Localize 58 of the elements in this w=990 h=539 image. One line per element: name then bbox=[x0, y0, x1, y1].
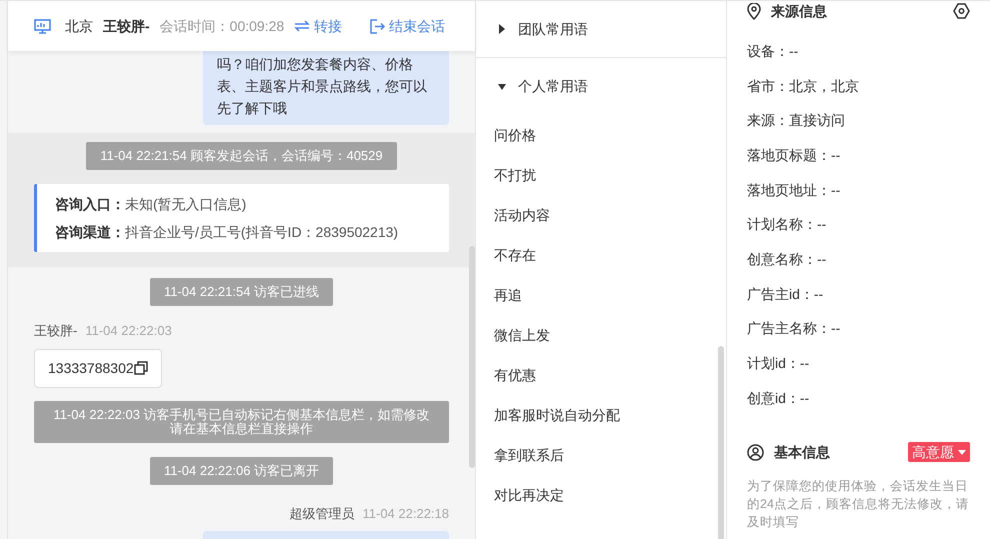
phrase-item[interactable]: 不存在 bbox=[476, 235, 726, 275]
info-value: 抖音企业号/员工号(抖音号ID：2839502213) bbox=[125, 223, 398, 242]
source-field: 广告主名称：-- bbox=[747, 312, 970, 346]
scrollbar[interactable] bbox=[469, 246, 475, 468]
intent-dropdown[interactable]: 高意愿 bbox=[908, 442, 970, 462]
source-field: 省市：北京，北京 bbox=[747, 68, 970, 104]
source-field: 落地页地址：-- bbox=[747, 172, 970, 208]
caret-icon bbox=[498, 24, 506, 34]
end-session-button[interactable]: 结束会话 bbox=[370, 16, 446, 36]
caret-icon bbox=[498, 82, 506, 92]
source-field: 创意名称：-- bbox=[747, 242, 970, 277]
phrase-item[interactable]: 问价格 bbox=[476, 115, 726, 155]
source-field: 设备：-- bbox=[747, 34, 970, 69]
caret-icon bbox=[958, 450, 966, 455]
system-message: 11-04 22:22:03 访客手机号已自动标记右侧基本信息栏，如需修改请在基本信息栏直接操作 bbox=[34, 400, 449, 442]
swap-arrows-icon bbox=[294, 20, 310, 32]
message-time: 11-04 22:22:03 bbox=[85, 322, 172, 340]
user-icon bbox=[747, 444, 764, 461]
settings-icon[interactable] bbox=[953, 3, 970, 19]
phrase-item[interactable]: 微信上发 bbox=[476, 315, 726, 355]
session-time: 会话时间：00:09:28 bbox=[160, 16, 284, 36]
sender-name: 王较胖- bbox=[34, 322, 78, 340]
section-title: 基本信息 bbox=[774, 442, 830, 462]
info-label: 咨询入口： bbox=[55, 195, 125, 214]
phrase-item[interactable]: 拿到联系后 bbox=[476, 435, 726, 475]
exit-icon bbox=[370, 18, 386, 34]
source-field: 计划id：-- bbox=[747, 346, 970, 381]
city-label: 北京 bbox=[65, 16, 93, 36]
source-field: 落地页标题：-- bbox=[747, 138, 970, 173]
source-field: 计划名称：-- bbox=[747, 207, 970, 242]
sender-name: 超级管理员 bbox=[290, 504, 354, 522]
visitor-name: 王较胖- bbox=[103, 16, 150, 36]
phrase-item[interactable]: 加客服时说自动分配 bbox=[476, 395, 726, 435]
phrase-group-header[interactable]: 个人常用语 bbox=[476, 58, 726, 115]
source-field: 来源：直接访问 bbox=[747, 103, 970, 138]
transfer-button[interactable]: 转接 bbox=[294, 16, 342, 36]
scrollbar[interactable] bbox=[718, 346, 724, 539]
notice-text: 为了保障您的使用体验，会话发生当日的24点之后，顾客信息将无法修改，请及时填写 bbox=[747, 478, 970, 531]
phrase-item[interactable]: 再追 bbox=[476, 275, 726, 315]
system-message: 11-04 22:22:06 访客已离开 bbox=[150, 456, 334, 484]
location-pin-icon bbox=[747, 2, 761, 20]
info-value: 未知(暂无入口信息) bbox=[125, 195, 246, 214]
source-field: 广告主id：-- bbox=[747, 276, 970, 312]
monitor-icon bbox=[34, 18, 51, 34]
message-text: 13333788302 bbox=[48, 358, 134, 378]
source-field: 创意id：-- bbox=[747, 380, 970, 416]
phrase-item[interactable]: 对比再决定 bbox=[476, 475, 726, 515]
phrase-item[interactable]: 不打扰 bbox=[476, 155, 726, 195]
message-time: 11-04 22:22:18 bbox=[362, 504, 449, 522]
phrase-item[interactable]: 有优惠 bbox=[476, 355, 726, 395]
phrase-group-header[interactable]: 团队常用语 bbox=[476, 1, 726, 58]
system-message: 11-04 22:21:54 访客已进线 bbox=[150, 278, 334, 306]
message-bubble: 吗？咱们加您发套餐内容、价格表、主题客片和景点路线，您可以先了解下哦 bbox=[203, 51, 449, 125]
info-label: 咨询渠道： bbox=[55, 223, 125, 242]
copy-icon[interactable] bbox=[134, 361, 148, 375]
section-title: 来源信息 bbox=[771, 2, 827, 20]
phrase-item[interactable]: 活动内容 bbox=[476, 195, 726, 235]
system-message: 11-04 22:21:54 顾客发起会话，会话编号：40529 bbox=[86, 142, 397, 170]
